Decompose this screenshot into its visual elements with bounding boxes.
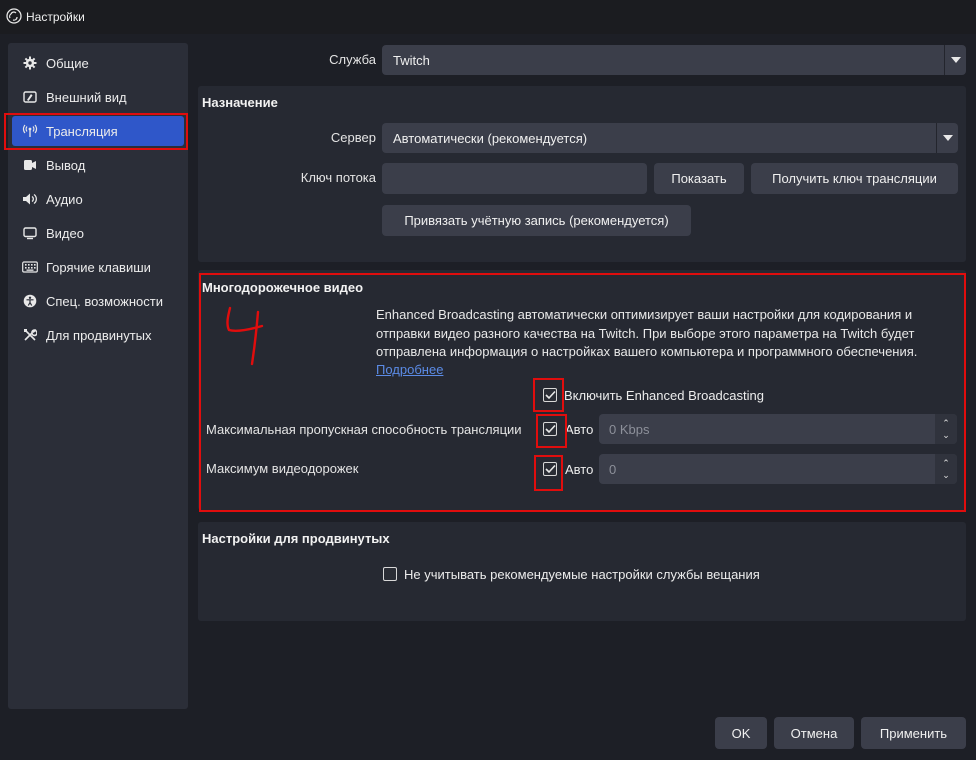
server-select[interactable]: Автоматически (рекомендуется) <box>382 123 958 153</box>
gear-icon <box>22 55 38 71</box>
monitor-icon <box>22 225 38 241</box>
max-bandwidth-auto-label: Авто <box>565 422 594 437</box>
sidebar-item-advanced[interactable]: Для продвинутых <box>12 320 184 350</box>
stream-key-input[interactable] <box>382 163 647 194</box>
ignore-recommended-checkbox[interactable] <box>383 567 397 581</box>
destination-title: Назначение <box>202 95 278 110</box>
sidebar-item-label: Горячие клавиши <box>46 259 151 275</box>
sidebar-item-label: Вывод <box>46 157 86 173</box>
enable-enhanced-broadcasting-label: Включить Enhanced Broadcasting <box>564 388 764 403</box>
max-tracks-value: 0 <box>609 461 617 477</box>
sidebar-item-appearance[interactable]: Внешний вид <box>12 82 184 112</box>
sidebar-item-video[interactable]: Видео <box>12 218 184 248</box>
highlight-box-enable-checkbox <box>533 378 564 412</box>
service-select[interactable]: Twitch <box>382 45 966 75</box>
advanced-title: Настройки для продвинутых <box>202 531 390 546</box>
chevron-down-icon[interactable] <box>944 45 966 75</box>
get-stream-key-button[interactable]: Получить ключ трансляции <box>751 163 958 194</box>
max-tracks-label: Максимум видеодорожек <box>206 461 359 476</box>
max-tracks-spinbox[interactable]: 0 ⌃ ⌄ <box>599 454 957 484</box>
stream-key-label: Ключ потока <box>300 170 376 185</box>
max-tracks-auto-label: Авто <box>565 462 594 477</box>
window-title: Настройки <box>26 10 85 24</box>
max-bandwidth-spinbox[interactable]: 0 Kbps ⌃ ⌄ <box>599 414 957 444</box>
chevron-up-icon[interactable]: ⌃ <box>942 417 950 429</box>
handwritten-annotation <box>226 306 264 366</box>
show-key-button[interactable]: Показать <box>654 163 744 194</box>
sidebar-item-label: Внешний вид <box>46 89 127 105</box>
sidebar-item-hotkeys[interactable]: Горячие клавиши <box>12 252 184 282</box>
apply-button[interactable]: Применить <box>861 717 966 749</box>
sidebar-item-output[interactable]: Вывод <box>12 150 184 180</box>
appearance-icon <box>22 89 38 105</box>
chevron-down-icon[interactable] <box>936 123 958 153</box>
highlight-box-bandwidth-checkbox <box>536 414 567 448</box>
chevron-up-icon[interactable]: ⌃ <box>942 457 950 469</box>
output-icon <box>22 157 38 173</box>
multitrack-description: Enhanced Broadcasting автоматически опти… <box>376 307 918 359</box>
speaker-icon <box>22 191 38 207</box>
keyboard-icon <box>22 259 38 275</box>
sidebar-item-audio[interactable]: Аудио <box>12 184 184 214</box>
chevron-down-icon[interactable]: ⌄ <box>942 429 950 441</box>
max-bandwidth-label: Максимальная пропускная способность тран… <box>206 422 522 437</box>
service-select-value: Twitch <box>393 52 430 68</box>
chevron-down-icon[interactable]: ⌄ <box>942 469 950 481</box>
accessibility-icon <box>22 293 38 309</box>
ignore-recommended-label: Не учитывать рекомендуемые настройки слу… <box>404 567 760 582</box>
sidebar-item-label: Видео <box>46 225 84 241</box>
sidebar-item-label: Для продвинутых <box>46 327 152 343</box>
highlight-box-stream-tab <box>4 113 188 150</box>
server-select-value: Автоматически (рекомендуется) <box>393 130 588 146</box>
obs-logo-icon <box>6 8 22 24</box>
cancel-button[interactable]: Отмена <box>774 717 854 749</box>
ok-button[interactable]: OK <box>715 717 767 749</box>
title-bar: Настройки <box>0 0 976 34</box>
connect-account-button[interactable]: Привязать учётную запись (рекомендуется) <box>382 205 691 236</box>
sidebar-item-accessibility[interactable]: Спец. возможности <box>12 286 184 316</box>
sidebar-item-label: Спец. возможности <box>46 293 163 309</box>
tools-icon <box>22 327 38 343</box>
more-info-link[interactable]: Подробнее <box>376 362 443 377</box>
highlight-box-tracks-checkbox <box>534 455 563 491</box>
sidebar-item-label: Аудио <box>46 191 83 207</box>
sidebar-item-label: Общие <box>46 55 89 71</box>
server-label: Сервер <box>330 130 376 145</box>
service-label: Служба <box>329 52 376 67</box>
sidebar-item-general[interactable]: Общие <box>12 48 184 78</box>
max-bandwidth-value: 0 Kbps <box>609 421 650 437</box>
